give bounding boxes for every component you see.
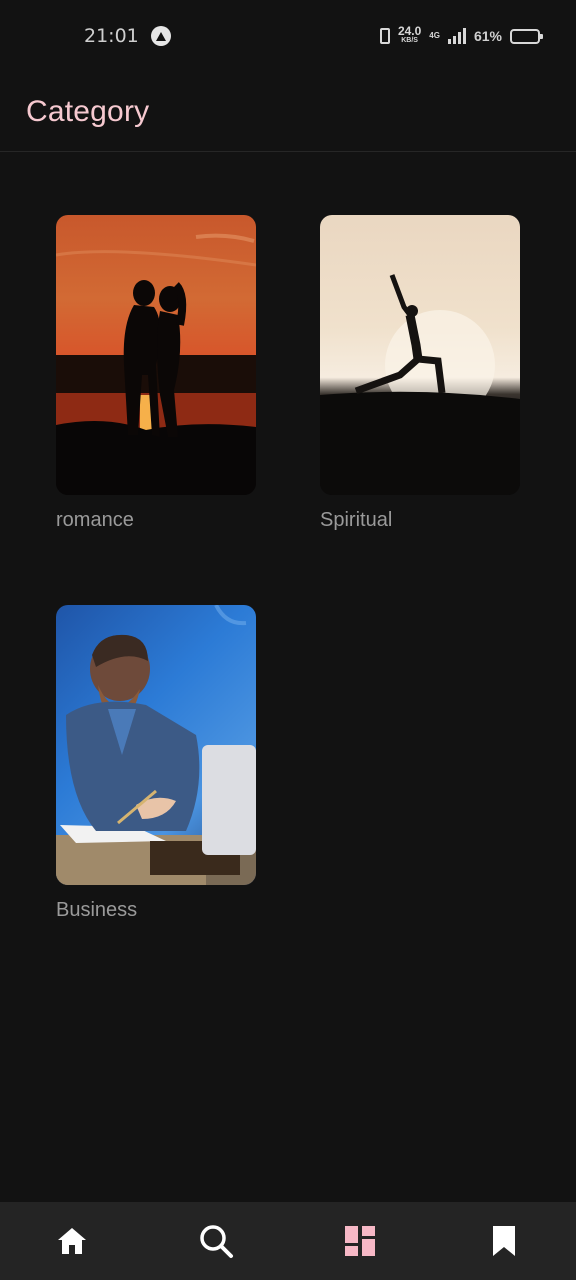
category-screen: 21:01 24.0 KB/S 4G 61% Category romance … [0, 0, 576, 1280]
nav-search[interactable] [184, 1209, 248, 1273]
category-label-business: Business [56, 899, 138, 921]
business-image[interactable] [56, 605, 256, 885]
bookmark-icon [493, 1226, 515, 1256]
vibrate-icon [379, 28, 390, 44]
yoga-silhouette-icon [320, 274, 520, 495]
network-speed: 24.0 KB/S [397, 24, 422, 46]
romance-image[interactable] [56, 215, 256, 495]
battery-percent: 61% [473, 28, 502, 44]
page-title: Category [26, 94, 150, 128]
network-speed-value: 24.0 [397, 24, 422, 38]
category-card-spiritual[interactable]: Spiritual [320, 215, 520, 532]
notification-icon [150, 26, 171, 46]
nav-category[interactable] [328, 1209, 392, 1273]
category-card-romance[interactable]: romance [56, 215, 256, 532]
app-bar: Category [0, 72, 576, 152]
status-time: 21:01 [84, 25, 139, 47]
spiritual-image[interactable] [320, 215, 520, 495]
nav-home[interactable] [40, 1209, 104, 1273]
search-icon [200, 1225, 233, 1258]
category-label-romance: romance [56, 509, 134, 531]
home-icon [58, 1228, 86, 1254]
grid-icon [345, 1226, 375, 1256]
signal-icon [447, 28, 466, 44]
status-bar: 21:01 24.0 KB/S 4G 61% [0, 0, 576, 72]
nav-bookmarks[interactable] [472, 1209, 536, 1273]
battery-icon [510, 28, 543, 44]
bottom-nav [0, 1202, 576, 1280]
category-label-spiritual: Spiritual [320, 509, 393, 531]
network-speed-unit: KB/S [401, 37, 418, 44]
category-card-business[interactable]: Business [56, 605, 256, 922]
businessman-icon [56, 605, 256, 885]
network-type: 4G [429, 31, 440, 40]
couple-silhouette-icon [56, 233, 256, 495]
